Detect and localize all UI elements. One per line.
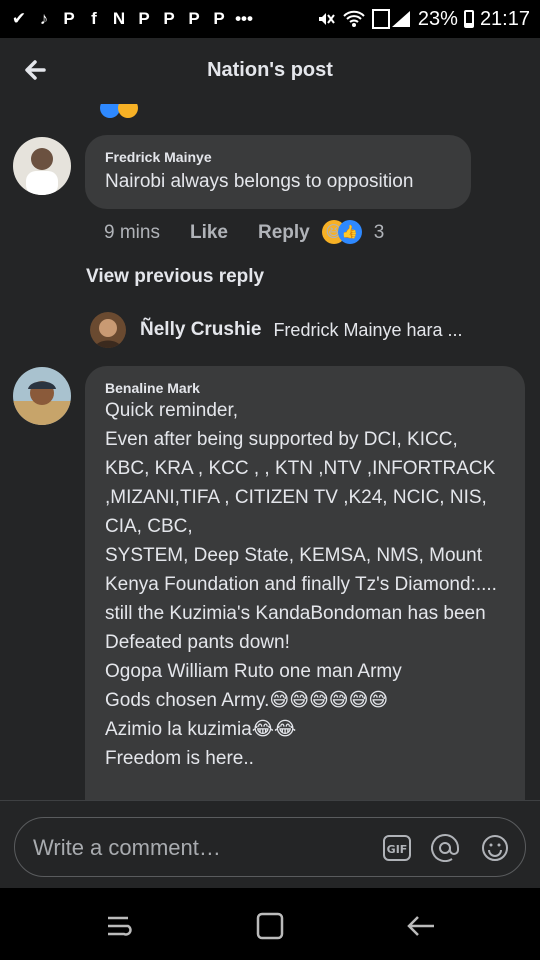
system-nav-bar xyxy=(0,888,540,960)
mute-icon xyxy=(318,13,335,25)
like-reaction-icon xyxy=(100,104,120,118)
comment-input[interactable] xyxy=(31,826,365,870)
comments-thread: Fredrick Mainye Nairobi always belongs t… xyxy=(0,104,540,800)
clock: 21:17 xyxy=(479,7,530,30)
reaction-count: 3 xyxy=(373,222,385,243)
reaction-icons[interactable]: 😆 👍 xyxy=(321,220,368,246)
battery-percent: 23% xyxy=(417,7,458,30)
avatar xyxy=(90,312,126,348)
wifi-icon xyxy=(343,10,365,27)
notification-icon: ♪ xyxy=(39,9,49,28)
notification-icon: P xyxy=(188,9,200,28)
notification-icon: P xyxy=(213,9,225,28)
previous-comment-peek xyxy=(100,104,139,123)
page-title: Nation's post xyxy=(207,59,333,81)
comment-bubble[interactable]: Benaline Mark Quick reminder, Even after… xyxy=(85,366,525,800)
notification-icons: ✔ ♪ P f N P P P P ••• xyxy=(10,9,253,29)
top-bar: Nation's post xyxy=(0,38,540,104)
notification-icon: N xyxy=(112,9,126,28)
mention-icon[interactable] xyxy=(431,834,459,862)
notification-icon: P xyxy=(163,9,175,28)
reply-author: Ñelly Crushie xyxy=(140,319,262,340)
notification-icon: P xyxy=(63,9,75,28)
comment-author[interactable]: Fredrick Mainye xyxy=(105,149,451,165)
gif-label: GIF xyxy=(387,843,408,856)
back-icon[interactable] xyxy=(404,908,440,944)
home-icon[interactable] xyxy=(252,908,288,944)
comment-text: Nairobi always belongs to opposition xyxy=(105,171,414,192)
comment-actions: 9 mins Like Reply 😆 👍 3 xyxy=(104,220,384,246)
comment-composer: GIF xyxy=(0,800,540,888)
notification-icon: P xyxy=(138,9,150,28)
avatar[interactable] xyxy=(13,137,71,195)
notification-icon: f xyxy=(91,9,97,28)
view-previous-reply-link[interactable]: View previous reply xyxy=(86,266,264,288)
battery-icon xyxy=(463,10,474,28)
haha-reaction-icon xyxy=(118,104,139,118)
recent-apps-icon[interactable] xyxy=(100,908,136,944)
reply-snippet: Fredrick Mainye hara ... xyxy=(273,319,463,340)
notification-icon: ✔ xyxy=(11,9,27,28)
like-reaction-icon: 👍 xyxy=(337,220,362,244)
comment-bubble[interactable]: Fredrick Mainye Nairobi always belongs t… xyxy=(85,135,471,209)
reply-button[interactable]: Reply xyxy=(258,222,310,244)
comment-time: 9 mins xyxy=(104,222,160,243)
emoji-icon[interactable] xyxy=(481,834,509,862)
signal-icon xyxy=(371,9,410,29)
status-bar: ✔ ♪ P f N P P P P ••• 23% 21:17 xyxy=(0,0,540,38)
notification-icon: ••• xyxy=(235,9,253,28)
gif-icon[interactable]: GIF xyxy=(383,834,411,862)
comment-text: Quick reminder, Even after being support… xyxy=(105,400,497,769)
comment-input-container[interactable]: GIF xyxy=(14,817,526,877)
comment-author[interactable]: Benaline Mark xyxy=(105,380,505,396)
like-button[interactable]: Like xyxy=(190,222,228,244)
reply-preview[interactable]: Ñelly Crushie Fredrick Mainye hara ... xyxy=(90,312,463,348)
avatar[interactable] xyxy=(13,367,71,425)
